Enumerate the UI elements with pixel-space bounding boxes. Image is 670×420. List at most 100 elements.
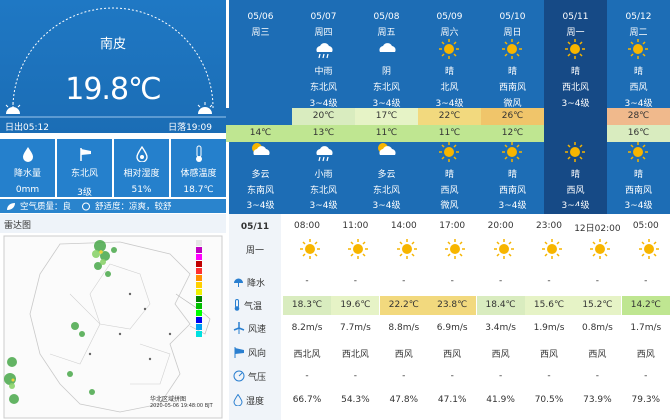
row-speed: 风速 <box>229 320 281 336</box>
hour-humidity: 79.3% <box>631 395 661 405</box>
hour-temp: 14.2℃ <box>621 296 670 315</box>
night-wind-level: 3~4级 <box>498 201 527 211</box>
hour-wind-speed: 1.9m/s <box>533 323 565 333</box>
hour-pressure: - <box>595 371 600 381</box>
hour-temp: 18.4℃ <box>476 296 525 315</box>
forecast-day[interactable]: 05/06 周三多云东南风 3~4级 <box>229 0 292 214</box>
forecast-day[interactable]: 05/08 周五阴东北风 3~4级 多云 东北风 3~4级 <box>355 0 418 214</box>
hourly-column: 17:00 - 23.8℃ 6.9m/s 西风 - 47.1% <box>428 214 477 420</box>
hour-temp: 18.3℃ <box>283 296 331 315</box>
night-wind-level: 3~4级 <box>372 201 401 211</box>
current-weather-panel: 南皮 19.8℃ 日出05:12 日落19:09 降水量 0mm 东北风 3级 … <box>0 0 226 420</box>
forecast-day[interactable]: 05/09 周六晴北风 3~4级晴西风 微风 <box>418 0 481 214</box>
night-wind-dir: 西风 <box>440 186 459 196</box>
hour-pressure: - <box>353 371 358 381</box>
day-wind-level: 3~4级 <box>372 99 401 109</box>
selected-day-pointer <box>566 206 582 214</box>
comfort: 舒适度：凉爽，较舒 <box>95 202 172 212</box>
hour-temp: 15.6℃ <box>525 296 573 315</box>
hour-pressure: - <box>498 371 503 381</box>
stat-feels: 体感温度 18.7℃ <box>171 139 226 197</box>
hour-precip: - <box>450 276 454 286</box>
hourly-column: 20:00 - 18.4℃ 3.4m/s 西风 - 41.9% <box>476 214 525 420</box>
night-condition: 晴 <box>444 170 454 180</box>
night-condition: 晴 <box>633 170 643 180</box>
night-wind-dir: 东南风 <box>246 186 274 196</box>
night-condition: 多云 <box>251 170 270 180</box>
hour-wind-dir: 西北风 <box>341 350 369 360</box>
night-condition: 晴 <box>507 170 517 180</box>
forecast-weekday: 周四 <box>314 28 333 38</box>
hour-humidity: 47.1% <box>437 395 467 405</box>
stat-label: 体感温度 <box>180 169 217 179</box>
city-name: 南皮 <box>99 37 126 52</box>
sunrise-time: 日出05:12 <box>5 123 49 133</box>
stat-value: 18.7℃ <box>183 185 214 195</box>
hour-time: 11:00 <box>342 221 369 231</box>
sun-icon <box>628 39 648 59</box>
radar-timestamp: 2020-05-06 19:48:00 BJT <box>150 403 213 409</box>
hour-humidity: 73.9% <box>583 395 612 405</box>
hour-wind-speed: 6.9m/s <box>436 323 468 333</box>
hour-precip: - <box>353 276 358 286</box>
row-dir: 风向 <box>229 344 281 360</box>
night-wind-level: 3~4级 <box>624 201 653 211</box>
thermometer-icon <box>195 145 202 162</box>
rain-icon <box>316 43 333 59</box>
radar-map[interactable]: 华北区域拼图 2020-05-06 19:48:00 BJT <box>0 234 226 420</box>
forecast-weekday: 周六 <box>440 28 459 38</box>
stat-value: 3级 <box>77 188 92 198</box>
humidity-icon <box>233 394 243 406</box>
hourly-column: 12日02:00 - 15.2℃ 0.8m/s 西风 - 73.9% <box>573 214 622 420</box>
night-wind-dir: 西南风 <box>498 186 526 196</box>
hour-wind-speed: 8.8m/s <box>388 323 420 333</box>
stat-label: 东北风 <box>70 169 98 179</box>
hourly-weekday: 周一 <box>245 245 264 256</box>
stat-precip: 降水量 0mm <box>0 139 55 197</box>
hour-wind-dir: 西风 <box>443 350 462 360</box>
forecast-date: 05/11 <box>562 12 589 22</box>
day-wind-dir: 东北风 <box>309 83 337 93</box>
sun-arc-box: 南皮 19.8℃ 日出05:12 日落19:09 <box>0 0 226 133</box>
stat-label: 降水量 <box>13 169 41 179</box>
gauge-icon <box>233 370 245 382</box>
hour-humidity: 41.9% <box>486 395 515 405</box>
forecast-day[interactable]: 05/10 周日晴西南风 微风晴西南风 3~4级 <box>481 0 544 214</box>
thermometer-icon <box>234 299 240 311</box>
forecast-weekday: 周三 <box>251 28 270 38</box>
row-pressure: 气压 <box>229 368 281 384</box>
hour-wind-dir: 西风 <box>588 350 607 360</box>
row-temp: 气温 <box>229 297 281 313</box>
current-temperature: 19.8℃ <box>65 72 162 107</box>
forecast-date: 05/10 <box>499 12 526 22</box>
current-stats: 降水量 0mm 东北风 3级 相对湿度 51% 体感温度 18.7℃ <box>0 139 226 198</box>
air-comfort-row: 空气质量：良 舒适度：凉爽，较舒 <box>0 199 226 213</box>
hourly-column: 11:00 - 19.6℃ 7.7m/s 西北风 - 54.3% <box>331 214 380 420</box>
forecast-date: 05/06 <box>247 12 274 22</box>
stat-humidity: 相对湿度 51% <box>114 139 169 197</box>
hour-wind-speed: 8.2m/s <box>291 323 323 333</box>
forecast-day[interactable]: 05/11 周一晴西北风 3~4级晴西风 3~4级 <box>544 0 607 214</box>
forecast-date: 05/12 <box>625 12 652 22</box>
hour-pressure: - <box>402 371 406 381</box>
hour-precip: - <box>498 276 503 286</box>
radar-caption: 华北区域拼图 <box>150 396 187 403</box>
sun-icon <box>565 39 585 59</box>
day-condition: 晴 <box>633 67 643 77</box>
night-wind-level: 3~4级 <box>246 201 275 211</box>
day-wind-dir: 西南风 <box>498 83 526 93</box>
hour-wind-dir: 西风 <box>636 350 655 360</box>
hourly-column: 08:00 - 18.3℃ 8.2m/s 西北风 - 66.7% <box>283 214 331 420</box>
row-precip: 降水 <box>229 274 281 290</box>
hour-time: 12日02:00 <box>574 224 621 234</box>
sun-icon <box>638 239 659 259</box>
sun-icon <box>445 239 466 259</box>
forecast-day[interactable]: 05/12 周二晴西风 3~4级晴西南风 3~4级 <box>607 0 670 214</box>
hour-time: 23:00 <box>536 221 562 231</box>
forecast-weekday: 周日 <box>503 28 522 38</box>
forecast-day[interactable]: 05/07 周四 中雨 东北风 3~4级 小雨 东北风 3~4级 <box>292 0 355 214</box>
hour-temp: 22.2℃ <box>379 296 428 315</box>
hour-precip: - <box>595 276 600 286</box>
hour-wind-dir: 西北风 <box>293 350 321 360</box>
hour-wind-speed: 1.7m/s <box>630 323 662 333</box>
